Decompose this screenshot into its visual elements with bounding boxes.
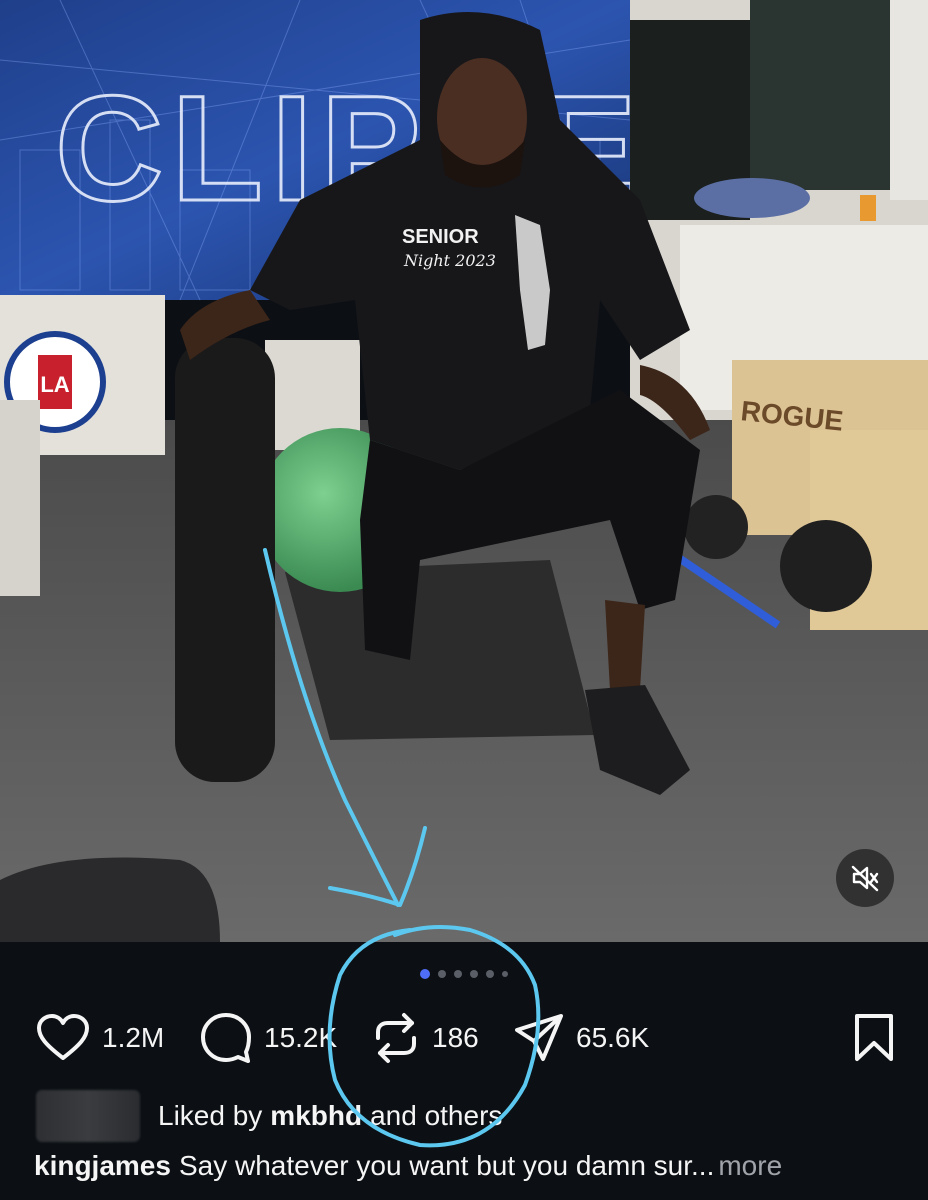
mute-toggle-button[interactable]: [836, 849, 894, 907]
caption-text: Say whatever you want but you damn sur..…: [178, 1150, 715, 1181]
comment-count: 15.2K: [264, 1022, 338, 1053]
save-button[interactable]: [852, 1010, 896, 1066]
send-icon: [515, 1014, 563, 1061]
bookmark-icon: [855, 1014, 893, 1061]
liked-by-user[interactable]: mkbhd: [270, 1100, 362, 1132]
la-logo-text: LA: [40, 372, 69, 397]
hoodie-text-night: Night 2023: [403, 251, 496, 270]
like-button[interactable]: 1.2M: [36, 1010, 164, 1066]
heart-icon: [37, 1014, 89, 1060]
carousel-dot-5: [486, 970, 494, 978]
like-count: 1.2M: [102, 1022, 165, 1053]
carousel-dot-3: [454, 970, 462, 978]
carousel-dot-2: [438, 970, 446, 978]
carousel-indicator: [0, 966, 928, 982]
liked-by-suffix: and others: [370, 1100, 503, 1131]
carousel-dot-4: [470, 970, 478, 978]
share-count: 65.6K: [576, 1022, 650, 1053]
gym-photo: CLIPPERS LA ROGUE: [0, 0, 928, 942]
caption: kingjames Say whatever you want but you d…: [34, 1150, 914, 1194]
liked-by-avatars: [36, 1090, 140, 1142]
repost-button[interactable]: 186: [372, 1010, 479, 1066]
liked-by-prefix: Liked by: [158, 1100, 263, 1131]
action-bar: 1.2M 15.2K 186 65.6K: [36, 1010, 896, 1066]
comment-button[interactable]: 15.2K: [200, 1010, 337, 1066]
repost-count: 186: [432, 1022, 479, 1053]
caption-more-link[interactable]: more: [718, 1150, 782, 1181]
repost-icon: [376, 1013, 416, 1063]
share-button[interactable]: 65.6K: [514, 1010, 649, 1066]
carousel-dot-1: [420, 969, 430, 979]
liked-by-row[interactable]: Liked by mkbhd and others: [36, 1090, 503, 1142]
comment-icon: [201, 1013, 251, 1063]
carousel-dot-6: [502, 971, 508, 977]
post-image[interactable]: CLIPPERS LA ROGUE: [0, 0, 928, 942]
hoodie-text-senior: SENIOR: [402, 226, 479, 248]
caption-username[interactable]: kingjames: [34, 1150, 171, 1181]
speaker-muted-icon: [851, 865, 879, 892]
